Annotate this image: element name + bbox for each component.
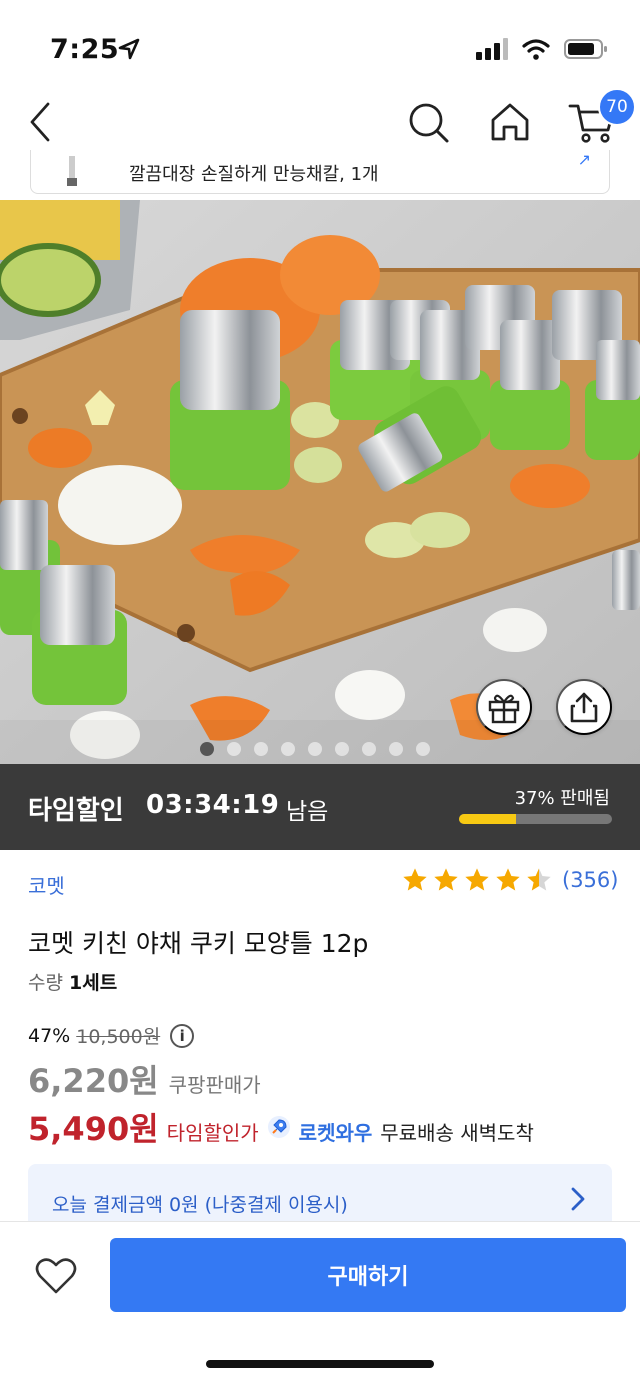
carousel-dot[interactable] xyxy=(362,742,376,756)
carousel-dots xyxy=(200,742,430,756)
star-icon xyxy=(465,868,489,891)
wishlist-button[interactable] xyxy=(28,1248,84,1304)
carousel-dot[interactable] xyxy=(416,742,430,756)
product-photo xyxy=(0,200,640,764)
shipping-label: 무료배송 새벽도착 xyxy=(380,1121,534,1145)
rating-stars xyxy=(400,866,554,894)
star-icon xyxy=(496,868,520,891)
rating[interactable]: (356) xyxy=(400,866,618,894)
sold-progress-fill xyxy=(459,814,516,824)
home-indicator xyxy=(206,1360,434,1368)
carousel-dot[interactable] xyxy=(227,742,241,756)
status-time: 7:25 xyxy=(50,34,120,65)
time-deal-bar: 타임할인 03:34:19 남음 37% 판매됨 xyxy=(0,764,640,850)
sold-progress-bar xyxy=(459,814,612,824)
search-icon[interactable] xyxy=(406,100,450,144)
battery-icon xyxy=(564,39,607,59)
sold-percentage: 37% 판매됨 xyxy=(514,788,610,809)
quantity-value: 1세트 xyxy=(69,972,118,994)
home-icon[interactable] xyxy=(488,100,532,144)
time-deal-label: 타임할인 xyxy=(28,796,124,826)
product-title: 코멧 키친 야채 쿠키 모양틀 12p xyxy=(28,929,369,958)
deal-price: 5,490원 xyxy=(28,1110,159,1148)
share-icon xyxy=(570,692,598,723)
deal-price-label: 타임할인가 xyxy=(166,1121,259,1145)
carousel-dot[interactable] xyxy=(200,742,214,756)
status-bar: 7:25 xyxy=(0,0,640,100)
carousel-dot[interactable] xyxy=(335,742,349,756)
carousel-dot[interactable] xyxy=(308,742,322,756)
star-icon xyxy=(403,868,427,891)
brand-link[interactable]: 코멧 xyxy=(28,870,65,899)
time-deal-countdown: 03:34:19 xyxy=(146,790,280,820)
cart-count-badge: 70 xyxy=(598,88,636,126)
gift-icon xyxy=(488,694,520,724)
carousel-dot[interactable] xyxy=(254,742,268,756)
cellular-signal-icon xyxy=(476,38,508,60)
coupang-price-label: 쿠팡판매가 xyxy=(168,1073,261,1097)
time-deal-remaining-label: 남음 xyxy=(286,799,329,825)
wifi-icon xyxy=(522,39,550,60)
star-icon xyxy=(527,868,551,891)
buy-button[interactable]: 구매하기 xyxy=(110,1238,626,1312)
later-pay-text: 오늘 결제금액 0원 (나중결제 이용시) xyxy=(52,1194,348,1216)
heart-icon xyxy=(35,1258,77,1294)
coupang-price-row: 6,220원 쿠팡판매가 xyxy=(28,1056,261,1102)
slicer-thumbnail xyxy=(67,156,77,186)
deal-price-row: 5,490원 타임할인가 로켓와우 무료배송 새벽도착 xyxy=(28,1104,534,1150)
product-image[interactable] xyxy=(0,200,640,764)
discount-row: 47% 10,500원 i xyxy=(28,1022,195,1049)
related-product-name: 깔끔대장 손질하게 만능채칼, 1개 xyxy=(129,164,379,185)
original-price: 10,500원 xyxy=(76,1026,161,1048)
quantity-label: 수량 xyxy=(28,972,63,994)
discount-rate: 47% xyxy=(28,1024,71,1047)
carousel-dot[interactable] xyxy=(281,742,295,756)
coupang-price: 6,220원 xyxy=(28,1062,159,1100)
chevron-right-icon xyxy=(571,1187,585,1211)
rocket-wow-label: 로켓와우 xyxy=(298,1121,373,1145)
location-arrow-icon xyxy=(118,38,140,60)
gift-button[interactable] xyxy=(476,679,532,735)
chevron-icon: ↗ xyxy=(577,150,591,169)
info-icon[interactable]: i xyxy=(170,1023,195,1048)
share-button[interactable] xyxy=(556,679,612,735)
quantity: 수량 1세트 xyxy=(28,968,117,995)
rocket-icon xyxy=(267,1116,290,1138)
related-product-strip[interactable]: 깔끔대장 손질하게 만능채칼, 1개 ↗ xyxy=(30,150,610,194)
carousel-dot[interactable] xyxy=(389,742,403,756)
star-icon xyxy=(434,868,458,891)
back-chevron-icon[interactable] xyxy=(22,100,62,144)
review-count: (356) xyxy=(562,868,619,892)
